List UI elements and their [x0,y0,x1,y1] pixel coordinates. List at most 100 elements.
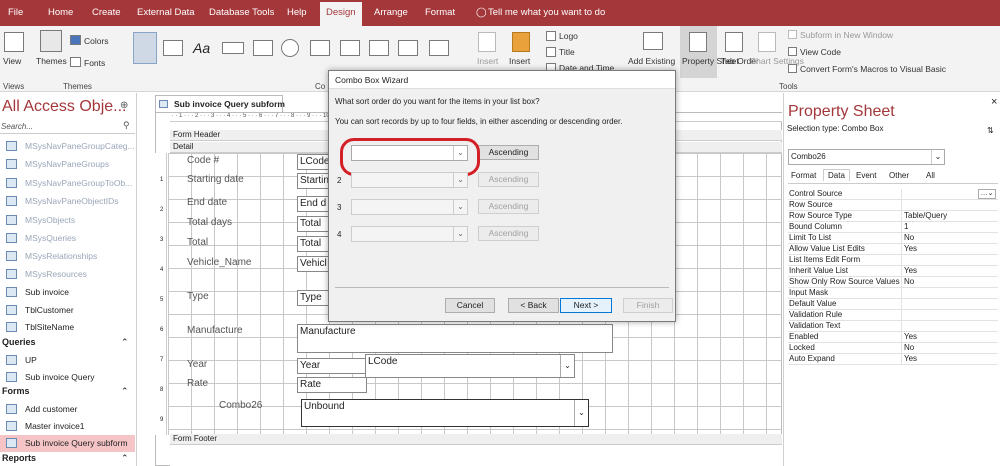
property-row[interactable]: Inherit Value List Yes [788,266,998,277]
field-textbox[interactable]: End d [297,196,332,212]
tab-arrange[interactable]: Arrange [374,7,408,18]
property-row[interactable]: Row Source [788,200,998,211]
property-row[interactable]: List Items Edit Form [788,255,998,266]
object-selector[interactable]: Combo26 ⌄ [788,149,945,165]
prop-tab-format[interactable]: Format [788,171,819,180]
tab-create[interactable]: Create [92,7,121,18]
property-row[interactable]: Default Value [788,299,998,310]
nav-search-input[interactable]: Search... [1,122,33,131]
property-row[interactable]: Validation Text [788,321,998,332]
next-button[interactable]: Next > [560,298,612,313]
title-button[interactable]: Title [559,47,575,57]
property-value[interactable]: Table/Query [904,211,947,220]
property-value[interactable]: Yes [904,266,917,275]
tab-home[interactable]: Home [48,7,73,18]
navigation-control-icon[interactable] [340,40,360,56]
field-label[interactable]: Year [187,359,207,370]
hyperlink-icon[interactable] [281,39,299,57]
tab-control-icon[interactable] [253,40,273,56]
combo-control-icon[interactable] [429,40,449,56]
sort-field-4-combo[interactable]: ⌄ [351,226,468,242]
property-value[interactable]: No [904,343,914,352]
property-row[interactable]: Show Only Row Source Values No [788,277,998,288]
property-value[interactable]: Yes [904,332,917,341]
chevron-down-icon[interactable]: ⌄ [560,355,574,377]
convert-macros-button[interactable]: Convert Form's Macros to Visual Basic [800,64,946,74]
nav-table-item[interactable]: TblCustomer [0,302,135,319]
nav-table-item[interactable]: MSysNavPaneGroups [0,156,135,173]
tab-database-tools[interactable]: Database Tools [209,7,274,18]
close-icon[interactable]: × [991,96,997,108]
tab-design[interactable]: Design [320,2,362,26]
nav-search-box[interactable]: Search... ⚲ [0,120,135,134]
field-textbox[interactable]: LCode [297,154,332,170]
chevron-down-icon[interactable]: ⌄ [453,173,467,187]
field-label[interactable]: Manufacture [187,325,243,336]
nav-group-reports[interactable]: Reports [2,453,36,463]
collapse-chevron-icon[interactable]: ⌃ [121,453,129,464]
option-group-icon[interactable] [369,40,389,56]
field-label[interactable]: Total days [187,217,232,228]
insert-chart-button[interactable]: Insert [509,56,530,66]
property-row[interactable]: Limit To List No [788,233,998,244]
web-browser-icon[interactable] [310,40,330,56]
field-textbox[interactable]: Manufacture [297,324,613,353]
property-value[interactable]: Yes [904,244,917,253]
tab-external-data[interactable]: External Data [137,7,195,18]
field-label[interactable]: Total [187,237,208,248]
field-label[interactable]: Type [187,291,209,302]
prop-tab-data[interactable]: Data [823,169,850,181]
sort-field-3-combo[interactable]: ⌄ [351,199,468,215]
field-label[interactable]: Starting date [187,174,244,185]
logo-button[interactable]: Logo [559,31,578,41]
select-pointer-icon[interactable] [133,32,157,64]
combo26-control[interactable]: Unbound ⌄ [301,399,589,427]
nav-table-item[interactable]: MSysNavPaneGroupCateg... [0,138,135,155]
nav-group-queries[interactable]: Queries [2,337,36,347]
sort-1-ascending-button[interactable]: Ascending [478,145,539,160]
sort-4-ascending-button[interactable]: Ascending [478,226,539,241]
nav-form-item[interactable]: Master invoice1 [0,418,135,435]
colors-button[interactable]: Colors [84,36,109,46]
field-textbox[interactable]: Vehicl [297,256,332,272]
subform-new-window-button[interactable]: Subform in New Window [800,30,893,40]
back-button[interactable]: < Back [508,298,559,313]
property-row[interactable]: Allow Value List Edits Yes [788,244,998,255]
button-control-icon[interactable] [222,42,244,54]
field-label[interactable]: Rate [187,378,208,389]
fonts-button[interactable]: Fonts [84,58,105,68]
nav-table-item[interactable]: MSysObjects [0,212,135,229]
lcode-combo[interactable]: LCode ⌄ [365,354,575,378]
prop-tab-event[interactable]: Event [853,171,879,180]
finish-button[interactable]: Finish [623,298,673,313]
document-tab[interactable]: Sub invoice Query subform [155,95,285,112]
property-row[interactable]: Validation Rule [788,310,998,321]
chevron-down-icon[interactable]: ⌄ [453,200,467,214]
sort-2-ascending-button[interactable]: Ascending [478,172,539,187]
property-value[interactable]: No [904,277,914,286]
tab-order-button[interactable]: Tab Order [721,56,759,67]
combo26-label[interactable]: Combo26 [219,400,262,411]
label-control-icon[interactable]: Aa [193,40,213,56]
tell-me-search[interactable]: Tell me what you want to do [488,7,605,18]
themes-button[interactable]: Themes [36,56,67,66]
prop-tab-all[interactable]: All [923,171,938,180]
prop-tab-other[interactable]: Other [886,171,912,180]
field-textbox[interactable]: Startin [297,173,332,189]
property-row[interactable]: Auto Expand Yes [788,354,998,365]
field-label[interactable]: End date [187,197,227,208]
tab-format[interactable]: Format [425,7,455,18]
add-existing-fields-button[interactable]: Add Existing [628,56,675,66]
nav-table-item[interactable]: MSysNavPaneObjectIDs [0,193,135,210]
field-textbox[interactable]: Total [297,236,332,252]
field-textbox[interactable]: Rate [297,377,367,393]
nav-query-item[interactable]: UP [0,352,135,369]
field-textbox[interactable]: Total [297,216,332,232]
search-icon[interactable]: ⚲ [123,120,130,131]
property-sheet-button[interactable]: Property Sheet [682,56,739,67]
nav-table-item[interactable]: MSysNavPaneGroupToOb... [0,175,135,192]
property-row[interactable]: Control Source …⌄ [788,189,998,200]
dialog-title-bar[interactable]: Combo Box Wizard [329,71,675,89]
insert-image-button[interactable]: Insert [477,56,498,66]
property-row[interactable]: Locked No [788,343,998,354]
